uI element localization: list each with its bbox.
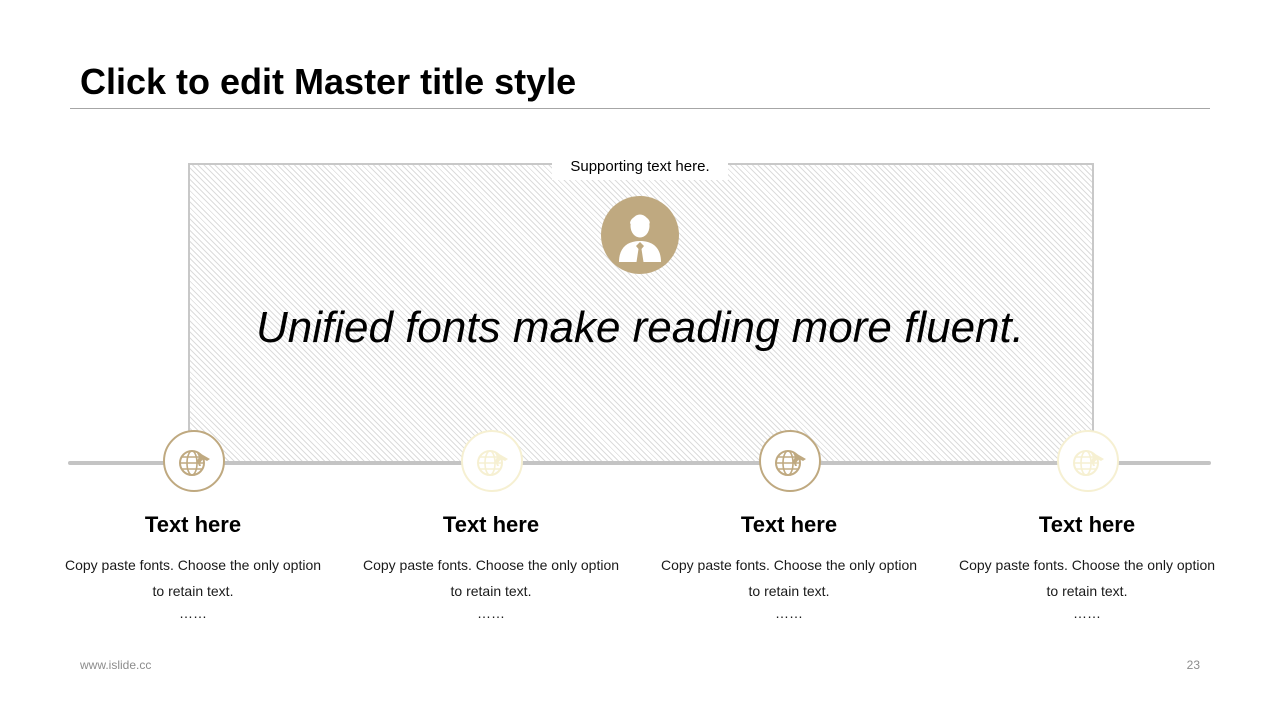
supporting-text[interactable]: Supporting text here. xyxy=(552,154,728,180)
column-body[interactable]: Copy paste fonts. Choose the only option… xyxy=(361,552,621,604)
column-heading[interactable]: Text here xyxy=(659,508,919,542)
column-2: Text here Copy paste fonts. Choose the o… xyxy=(361,508,621,622)
column-heading[interactable]: Text here xyxy=(361,508,621,542)
column-ellipsis[interactable]: …… xyxy=(361,604,621,622)
node-circle xyxy=(461,430,523,492)
column-body[interactable]: Copy paste fonts. Choose the only option… xyxy=(63,552,323,604)
column-heading[interactable]: Text here xyxy=(957,508,1217,542)
column-4: Text here Copy paste fonts. Choose the o… xyxy=(957,508,1217,622)
globe-airplane-icon xyxy=(1073,450,1104,476)
node-circle xyxy=(163,430,225,492)
column-ellipsis[interactable]: …… xyxy=(659,604,919,622)
timeline-node-2 xyxy=(461,430,523,492)
column-heading[interactable]: Text here xyxy=(63,508,323,542)
column-1: Text here Copy paste fonts. Choose the o… xyxy=(63,508,323,622)
node-circle xyxy=(1057,430,1119,492)
timeline-line xyxy=(68,461,1211,465)
page-number: 23 xyxy=(1186,658,1200,672)
node-circle xyxy=(759,430,821,492)
column-3: Text here Copy paste fonts. Choose the o… xyxy=(659,508,919,622)
globe-airplane-icon xyxy=(477,450,508,476)
column-ellipsis[interactable]: …… xyxy=(957,604,1217,622)
title-divider xyxy=(70,108,1210,109)
globe-airplane-icon xyxy=(775,450,806,476)
timeline-node-1 xyxy=(163,430,225,492)
column-body[interactable]: Copy paste fonts. Choose the only option… xyxy=(957,552,1217,604)
column-body[interactable]: Copy paste fonts. Choose the only option… xyxy=(659,552,919,604)
column-ellipsis[interactable]: …… xyxy=(63,604,323,622)
slide-title[interactable]: Click to edit Master title style xyxy=(80,60,576,104)
quote-text[interactable]: Unified fonts make reading more fluent. xyxy=(188,300,1092,356)
timeline-node-3 xyxy=(759,430,821,492)
timeline-node-4 xyxy=(1057,430,1119,492)
businessman-avatar-icon xyxy=(601,196,679,274)
footer-url: www.islide.cc xyxy=(80,658,152,672)
globe-airplane-icon xyxy=(179,450,210,476)
